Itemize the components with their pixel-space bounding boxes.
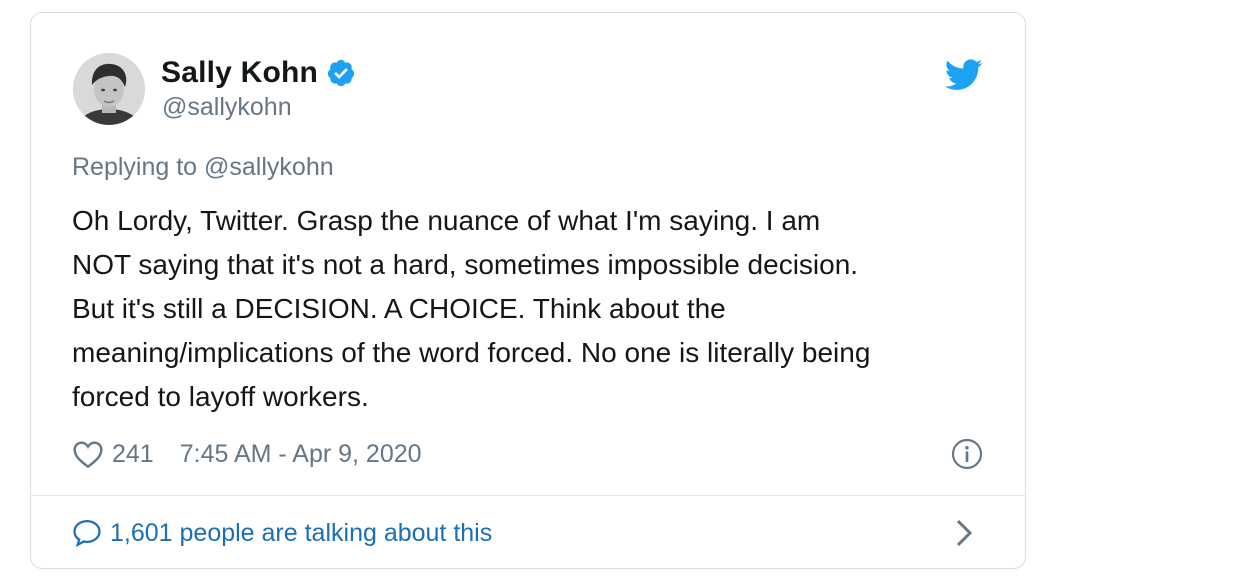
tweet-timestamp[interactable]: 7:45 AM - Apr 9, 2020	[180, 440, 422, 469]
like-count[interactable]: 241	[112, 440, 154, 469]
embedded-tweet-card: Sally Kohn @sallykohn Replying to @sally…	[30, 12, 1026, 569]
info-icon[interactable]	[951, 438, 983, 470]
avatar[interactable]	[73, 53, 145, 125]
replying-to-line[interactable]: Replying to @sallykohn	[72, 153, 334, 182]
people-talking-label[interactable]: 1,601 people are talking about this	[110, 519, 492, 548]
heart-icon[interactable]	[72, 439, 104, 469]
twitter-bird-icon[interactable]	[945, 59, 983, 91]
author-name-row[interactable]: Sally Kohn	[161, 54, 356, 92]
speech-bubble-icon	[73, 519, 101, 548]
divider	[31, 495, 1025, 496]
author-handle[interactable]: @sallykohn	[162, 93, 292, 122]
author-display-name[interactable]: Sally Kohn	[161, 56, 318, 90]
tweet-text: Oh Lordy, Twitter. Grasp the nuance of w…	[72, 205, 871, 412]
tweet-meta-row: 241 7:45 AM - Apr 9, 2020	[72, 436, 422, 472]
avatar-image	[73, 53, 145, 125]
conversation-link[interactable]: 1,601 people are talking about this	[72, 515, 492, 551]
verified-badge-icon	[327, 59, 355, 87]
chevron-right-icon[interactable]	[955, 518, 973, 548]
